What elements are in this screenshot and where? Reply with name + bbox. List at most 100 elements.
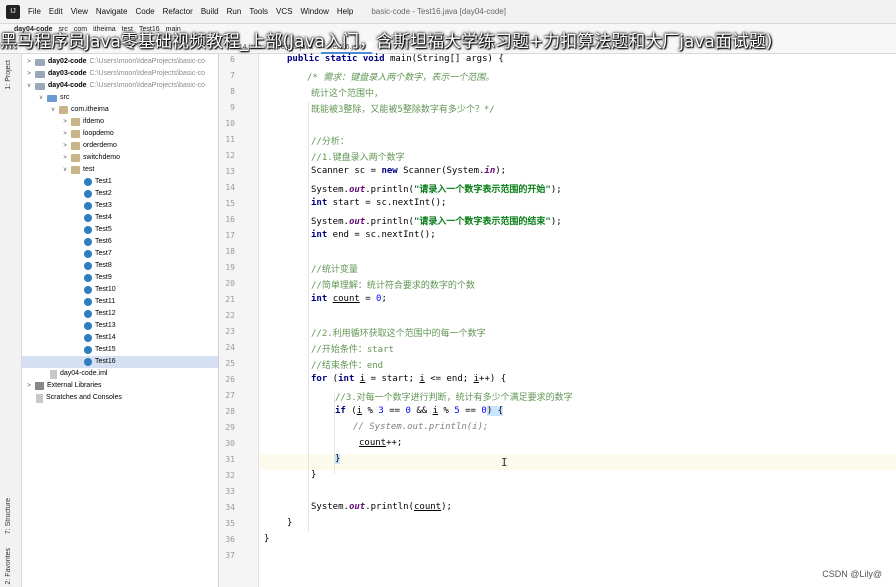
breadcrumb-item[interactable]: com [74, 26, 87, 33]
chevron-right-icon[interactable]: > [26, 68, 32, 80]
java-class-icon [84, 238, 92, 246]
menu-build[interactable]: Build [197, 7, 223, 16]
breadcrumb-item[interactable]: Test16 [139, 26, 160, 33]
breadcrumb-item[interactable]: main [166, 26, 181, 33]
java-class-icon [84, 226, 92, 234]
tree-class-test7[interactable]: Test7 [84, 248, 112, 260]
menu-file[interactable]: File [24, 7, 45, 16]
chevron-right-icon[interactable]: > [62, 116, 68, 128]
code-line-31: } [335, 454, 341, 464]
tree-label: Test4 [95, 214, 112, 221]
tree-class-test13[interactable]: Test13 [84, 320, 116, 332]
java-class-icon [84, 286, 92, 294]
java-class-icon [84, 190, 92, 198]
tree-package-loopdemo[interactable]: > loopdemo [62, 128, 114, 140]
tree-package-com-itheima[interactable]: v com.itheima [50, 104, 109, 116]
tree-class-test2[interactable]: Test2 [84, 188, 112, 200]
tree-label: switchdemo [83, 154, 120, 161]
tree-label: Test16 [95, 358, 116, 365]
code-line-20: //简单理解：统计符合要求的数字的个数 [311, 281, 475, 291]
line-number: 31 [225, 455, 235, 464]
tab-test15[interactable]: Test15.java [269, 42, 320, 54]
watermark: CSDN @Lily@ [822, 569, 882, 579]
tree-module-day02[interactable]: > day02-code C:\Users\moon\IdeaProjects\ba… [26, 56, 205, 68]
tree-folder-src[interactable]: v src [38, 92, 69, 104]
tree-scratches[interactable]: Scratches and Consoles [36, 392, 122, 404]
chevron-right-icon[interactable]: > [62, 128, 68, 140]
java-class-icon [84, 334, 92, 342]
favorites-tool-button[interactable]: 2: Favorites [5, 548, 12, 585]
line-number: 6 [230, 55, 235, 64]
code-line-26: for (int i = start; i <= end; i++) { [311, 374, 507, 384]
line-number: 18 [225, 247, 235, 256]
breadcrumb: day04-code src com itheima test Test16 m… [14, 26, 181, 33]
structure-tool-button[interactable]: 7: Structure [5, 498, 12, 534]
tree-class-test9[interactable]: Test9 [84, 272, 112, 284]
java-class-icon [84, 358, 92, 366]
tree-label: test [83, 166, 95, 173]
menu-run[interactable]: Run [223, 7, 246, 16]
tree-external-libraries[interactable]: > External Libraries [26, 380, 101, 392]
code-line-21: int count = 0; [311, 294, 387, 304]
tree-class-test8[interactable]: Test8 [84, 260, 112, 272]
chevron-down-icon[interactable]: v [50, 104, 56, 116]
tree-module-day04[interactable]: v day04-code C:\Users\moon\IdeaProjects\ba… [26, 80, 205, 92]
chevron-down-icon[interactable]: v [38, 92, 44, 104]
tree-module-day03[interactable]: > day03-code C:\Users\moon\IdeaProjects\ba… [26, 68, 205, 80]
menu-vcs[interactable]: VCS [272, 7, 296, 16]
code-editor[interactable]: public static void main(String[] args) {… [260, 54, 896, 587]
tree-class-test12[interactable]: Test12 [84, 308, 116, 320]
code-line-16: System.out.println("请录入一个数字表示范围的结束"); [311, 217, 562, 227]
tree-package-ifdemo[interactable]: > ifdemo [62, 116, 104, 128]
tree-class-test4[interactable]: Test4 [84, 212, 112, 224]
chevron-right-icon[interactable]: > [62, 152, 68, 164]
chevron-down-icon[interactable]: v [26, 80, 32, 92]
tree-label: External Libraries [47, 382, 102, 389]
line-number: 7 [230, 71, 235, 80]
chevron-right-icon[interactable]: > [26, 380, 32, 392]
tree-class-test6[interactable]: Test6 [84, 236, 112, 248]
tree-class-test11[interactable]: Test11 [84, 296, 115, 308]
code-line-25: //结束条件：end [311, 361, 384, 371]
breadcrumb-item[interactable]: test [122, 26, 133, 33]
chevron-down-icon[interactable]: v [62, 164, 68, 176]
menu-view[interactable]: View [67, 7, 92, 16]
project-tool-button[interactable]: 1: Project [5, 60, 12, 90]
tree-class-test14[interactable]: Test14 [84, 332, 116, 344]
navigation-bar: day04-code src com itheima test Test16 m… [0, 24, 896, 54]
code-line-27: //3.对每一个数字进行判断，统计有多少个满足要求的数字 [335, 393, 573, 403]
breadcrumb-item[interactable]: itheima [93, 26, 116, 33]
menu-code[interactable]: Code [131, 7, 158, 16]
code-line-35: } [287, 518, 293, 528]
tree-label: Test14 [95, 334, 116, 341]
tab-test16[interactable]: Test16.java [320, 42, 373, 54]
code-line-11: //分析： [311, 137, 349, 147]
menu-edit[interactable]: Edit [45, 7, 67, 16]
chevron-right-icon[interactable]: > [62, 140, 68, 152]
menu-tools[interactable]: Tools [245, 7, 272, 16]
chevron-right-icon[interactable]: > [26, 56, 32, 68]
menu-window[interactable]: Window [296, 7, 332, 16]
line-number: 32 [225, 471, 235, 480]
menu-help[interactable]: Help [333, 7, 357, 16]
tree-package-switchdemo[interactable]: > switchdemo [62, 152, 120, 164]
tree-class-test1[interactable]: Test1 [84, 176, 112, 188]
tree-label: day04-code [48, 82, 87, 89]
breadcrumb-item[interactable]: day04-code [14, 26, 53, 33]
tree-class-test15[interactable]: Test15 [84, 344, 116, 356]
tree-file-iml[interactable]: day04-code.iml [50, 368, 107, 380]
tab-test14[interactable]: Test14.java [218, 42, 269, 54]
tree-path: C:\Users\moon\IdeaProjects\basic-co [89, 70, 206, 77]
tree-package-test[interactable]: v test [62, 164, 94, 176]
tree-class-test5[interactable]: Test5 [84, 224, 112, 236]
tree-class-test3[interactable]: Test3 [84, 200, 112, 212]
line-number-gutter[interactable]: 6 7 8 9 10 11 12 13 14 15 16 17 18 19 20… [219, 54, 259, 587]
breadcrumb-item[interactable]: src [59, 26, 68, 33]
menu-navigate[interactable]: Navigate [92, 7, 132, 16]
tree-label: ifdemo [83, 118, 105, 125]
menu-refactor[interactable]: Refactor [159, 7, 197, 16]
tree-class-test16[interactable]: Test16 [22, 356, 218, 368]
code-line-13: Scanner sc = new Scanner(System.in); [311, 166, 507, 176]
tree-package-orderdemo[interactable]: > orderdemo [62, 140, 117, 152]
tree-class-test10[interactable]: Test10 [84, 284, 116, 296]
